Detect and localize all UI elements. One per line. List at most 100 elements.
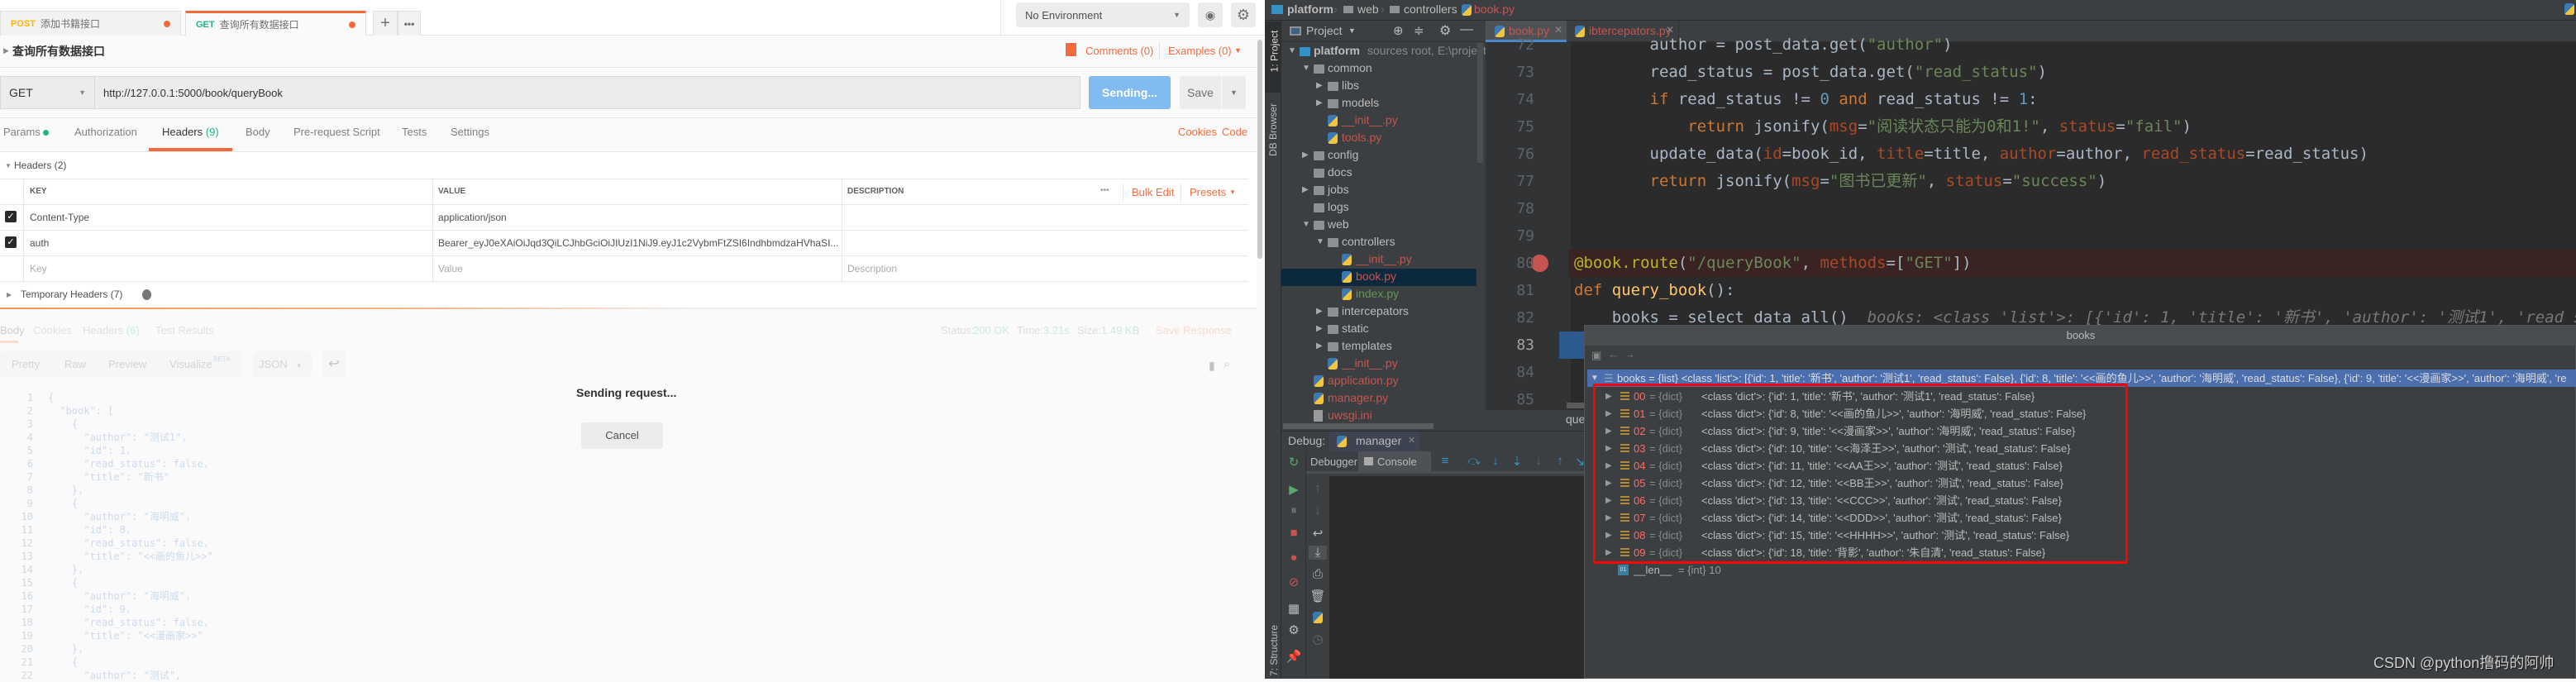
python-console-icon[interactable] xyxy=(1313,612,1323,623)
collapsed-arrow-icon[interactable]: ▶ xyxy=(1316,98,1323,107)
header-enabled-checkbox[interactable]: ✓ xyxy=(5,211,17,222)
collapsed-arrow-icon[interactable]: ▶ xyxy=(1302,150,1309,160)
tool-window-structure-label[interactable]: 7: Structure xyxy=(1268,625,1280,676)
more-tabs-button[interactable]: ••• xyxy=(398,11,421,36)
tree-item[interactable]: index.py xyxy=(1281,286,1476,303)
editor-breadcrumb-function[interactable]: que xyxy=(1566,413,1585,426)
collapsed-arrow-icon[interactable]: ▶ xyxy=(1316,81,1323,90)
stop-icon[interactable]: ■ xyxy=(1285,526,1303,540)
bulk-edit-link[interactable]: Bulk Edit xyxy=(1132,186,1174,198)
tree-item[interactable]: __init__.py xyxy=(1281,355,1476,373)
tree-item[interactable]: ▼ web xyxy=(1281,217,1476,234)
popup-title-bar[interactable]: books xyxy=(1585,326,2576,346)
resume-icon[interactable]: ▶ xyxy=(1285,482,1303,497)
breadcrumb-web[interactable]: web xyxy=(1357,2,1379,16)
show-execution-point-icon[interactable]: ≡ xyxy=(1436,454,1454,468)
headers-section-title[interactable]: Headers (2) xyxy=(14,160,66,171)
search-icon[interactable]: ⌕ xyxy=(1224,357,1230,371)
tool-window-project-label[interactable]: 1: Project xyxy=(1268,31,1280,73)
step-over-icon[interactable]: ⤼ xyxy=(1465,454,1483,468)
response-tab-body[interactable]: Body xyxy=(0,324,25,336)
code-link[interactable]: Code xyxy=(1222,126,1247,138)
request-title[interactable]: 查询所有数据接口 xyxy=(12,43,105,60)
force-step-into-icon[interactable]: ↓ xyxy=(1529,454,1548,468)
step-out-icon[interactable]: ↑ xyxy=(1551,454,1569,468)
tree-item[interactable]: book.py xyxy=(1281,269,1476,286)
console-output[interactable] xyxy=(1329,476,1584,679)
expanded-arrow-icon[interactable]: ▼ xyxy=(1316,237,1324,246)
step-into-my-code-icon[interactable]: ⇣ xyxy=(1508,454,1526,469)
scrollbar[interactable] xyxy=(1257,40,1262,259)
close-icon[interactable]: ✕ xyxy=(1554,24,1562,36)
temporary-headers-toggle[interactable]: Temporary Headers (7) xyxy=(21,289,122,300)
url-input[interactable]: http://127.0.0.1:5000/book/queryBook xyxy=(95,76,1080,109)
breadcrumb-platform[interactable]: platform xyxy=(1287,2,1333,16)
info-icon[interactable] xyxy=(142,289,151,300)
response-tab-cookies[interactable]: Cookies xyxy=(33,324,72,336)
settings-button[interactable]: ⚙ xyxy=(1231,2,1256,27)
collapsed-arrow-icon[interactable]: ▶ xyxy=(1316,341,1323,351)
new-tab-button[interactable]: + xyxy=(373,11,398,36)
forward-icon[interactable]: → xyxy=(1624,348,1635,360)
debug-tab-console[interactable]: Console xyxy=(1358,451,1431,471)
tree-item[interactable]: application.py xyxy=(1281,373,1476,390)
tree-item[interactable]: docs xyxy=(1281,165,1476,182)
soft-wrap-icon[interactable]: ↩ xyxy=(1309,526,1327,541)
scroll-to-end-icon[interactable]: ⤓ xyxy=(1309,546,1327,560)
header-enabled-checkbox[interactable]: ✓ xyxy=(5,236,17,248)
down-icon[interactable]: ↓ xyxy=(1309,503,1327,517)
debug-tab-debugger[interactable]: Debugger xyxy=(1310,455,1357,468)
header-value[interactable]: application/json xyxy=(438,204,507,230)
collapsed-arrow-icon[interactable]: ▶ xyxy=(1316,307,1323,316)
view-breakpoints-icon[interactable]: ● xyxy=(1285,551,1303,565)
project-tree-vscrollbar[interactable] xyxy=(1477,43,1483,163)
cookies-link[interactable]: Cookies xyxy=(1178,126,1217,138)
tree-item[interactable]: ▶ intercepators xyxy=(1281,303,1476,321)
tree-item[interactable]: __init__.py xyxy=(1281,112,1476,130)
back-icon[interactable]: ← xyxy=(1608,348,1619,360)
tree-item[interactable]: ▶ jobs xyxy=(1281,182,1476,199)
hide-icon[interactable]: — xyxy=(1460,22,1473,37)
save-button[interactable]: Save xyxy=(1180,76,1221,109)
tree-item[interactable]: ▶ static xyxy=(1281,321,1476,338)
print-icon[interactable]: ⎙ xyxy=(1309,567,1327,581)
close-icon[interactable]: ✕ xyxy=(1408,435,1415,446)
tab-settings[interactable]: Settings xyxy=(451,126,489,138)
examples-link[interactable]: Examples (0) xyxy=(1168,45,1232,57)
rerun-icon[interactable]: ↻ xyxy=(1285,455,1303,470)
tool-window-db-browser-label[interactable]: DB Browser xyxy=(1267,103,1279,156)
tree-item[interactable]: ▶ templates xyxy=(1281,338,1476,355)
view-raw[interactable]: Raw xyxy=(64,358,86,370)
header-key[interactable]: auth xyxy=(30,230,49,255)
new-value-input[interactable]: Value xyxy=(438,255,463,281)
tree-item[interactable]: ▶ config xyxy=(1281,147,1476,165)
tree-item[interactable]: ▶ libs xyxy=(1281,78,1476,95)
cancel-request-button[interactable]: Cancel xyxy=(581,422,663,449)
new-key-input[interactable]: Key xyxy=(30,255,47,281)
up-icon[interactable]: ↑ xyxy=(1309,481,1327,495)
comments-icon[interactable] xyxy=(1066,43,1076,56)
expanded-arrow-icon[interactable]: ▼ xyxy=(1302,220,1310,229)
view-visualize[interactable]: Visualize xyxy=(169,358,212,370)
copy-icon[interactable]: ▮ xyxy=(1209,359,1215,373)
tree-item[interactable]: ▼ platform sources root, E:\project\p xyxy=(1281,43,1496,60)
expand-caret-icon[interactable]: ▶ xyxy=(7,291,12,298)
view-preview[interactable]: Preview xyxy=(108,358,146,370)
tree-item[interactable]: __init__.py xyxy=(1281,251,1476,269)
expanded-arrow-icon[interactable]: ▼ xyxy=(1302,64,1310,73)
send-button[interactable]: Sending... xyxy=(1089,76,1171,109)
tab-body[interactable]: Body xyxy=(246,126,270,138)
environment-select[interactable]: No Environment ▼ xyxy=(1016,2,1190,27)
debug-session-tab-manager[interactable]: manager ✕ xyxy=(1329,432,1419,452)
layout-icon[interactable]: ▦ xyxy=(1285,601,1303,616)
presets-link[interactable]: Presets xyxy=(1190,186,1226,198)
collapse-caret-icon[interactable]: ▼ xyxy=(5,162,12,169)
gear-icon[interactable]: ⚙ xyxy=(1439,22,1451,39)
tree-item[interactable]: ▶ models xyxy=(1281,95,1476,112)
tab-authorization[interactable]: Authorization xyxy=(74,126,137,138)
pause-icon[interactable]: ⏸ xyxy=(1285,503,1303,517)
tab-pre-request-script[interactable]: Pre-request Script xyxy=(293,126,380,138)
tab-post-add-book[interactable]: POST 添加书籍接口 xyxy=(0,11,181,36)
project-tree-scrollbar[interactable] xyxy=(1283,423,1433,429)
expanded-arrow-icon[interactable]: ▼ xyxy=(1288,46,1296,55)
